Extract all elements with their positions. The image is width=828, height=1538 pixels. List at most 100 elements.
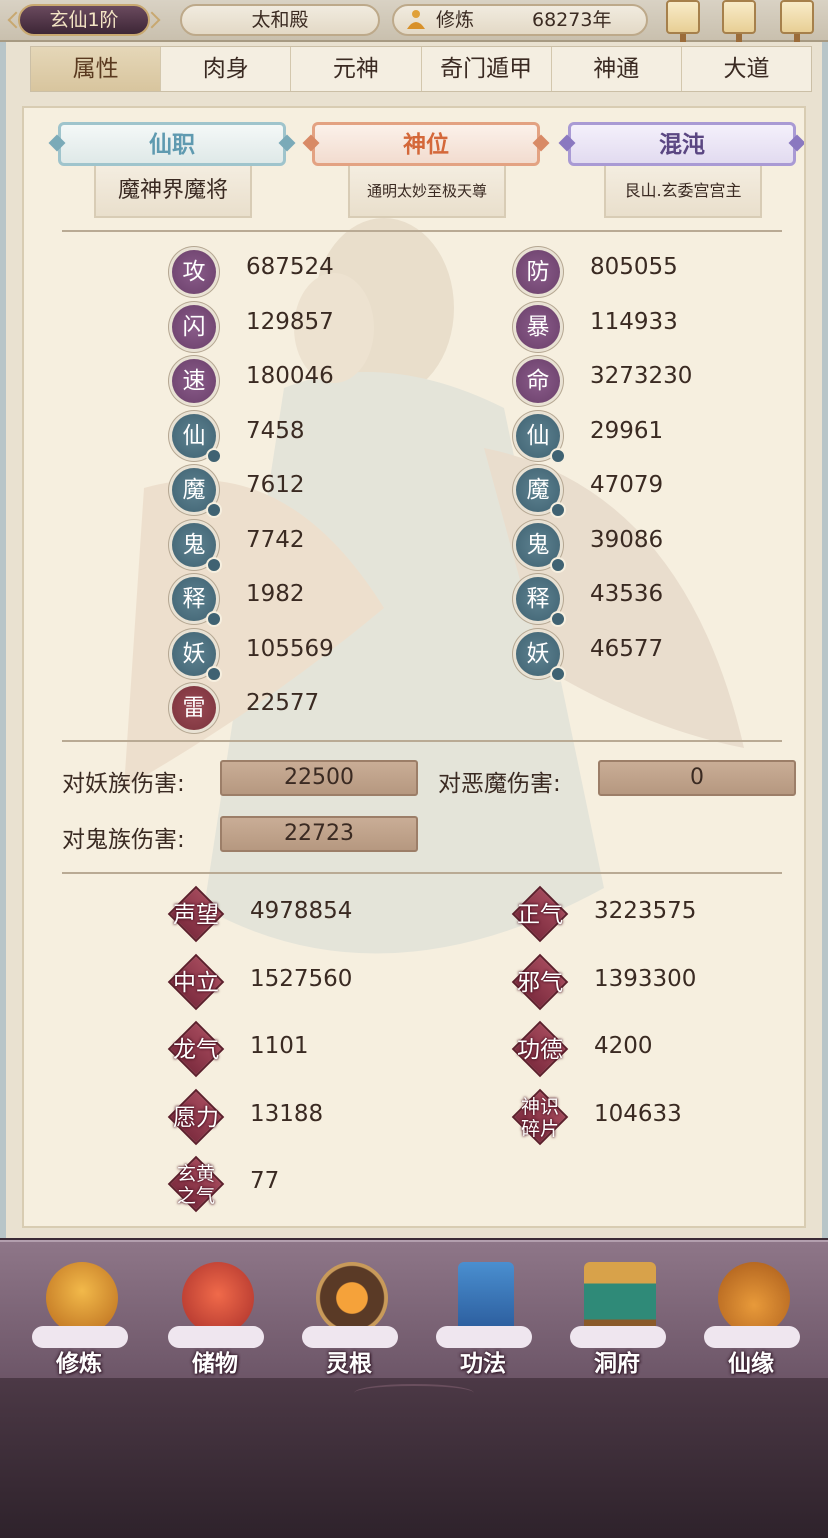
damage-vs-demon-label: 对恶魔伤害:	[438, 771, 561, 797]
divine-rank-value: 通明太妙至极天尊	[348, 166, 506, 218]
reputation-label: 愿力	[173, 1104, 219, 1131]
reputation-value: 1527560	[250, 965, 353, 992]
stat-seal-icon[interactable]: 命	[516, 359, 560, 403]
stat-seal-icon[interactable]: 魔	[516, 468, 566, 518]
gourd-icon	[718, 1262, 790, 1334]
immortal-post-label: 仙职	[149, 132, 195, 158]
monk-icon	[46, 1262, 118, 1334]
tab-primordial-spirit[interactable]: 元神	[291, 47, 422, 91]
stat-glyph: 鬼	[526, 531, 550, 558]
chaos-label: 混沌	[659, 132, 705, 158]
stat-glyph: 攻	[182, 259, 206, 285]
nav-cultivate[interactable]: 修炼	[24, 1248, 134, 1377]
stat-value: 105569	[246, 635, 334, 662]
divider	[62, 740, 782, 742]
stat-glyph: 速	[182, 368, 206, 394]
tab-divine-power[interactable]: 神通	[552, 47, 682, 91]
stat-value: 180046	[246, 363, 334, 389]
cultivation-label: 修炼	[436, 9, 475, 31]
defense-marker-icon	[550, 447, 566, 464]
reputation-label: 正气	[517, 902, 563, 928]
tab-label: 元神	[332, 56, 379, 82]
reputation-label: 中立	[173, 969, 219, 996]
stat-glyph: 释	[182, 586, 206, 612]
top-status-bar: 玄仙1阶 太和殿 修炼 68273年	[0, 0, 828, 42]
stat-seal-icon[interactable]: 闪	[172, 304, 216, 349]
stat-value: 29961	[590, 417, 664, 444]
stat-glyph: 魔	[182, 477, 206, 503]
meditating-figure-icon	[407, 10, 425, 29]
stat-seal-icon[interactable]: 释	[516, 577, 566, 627]
bottom-background	[0, 1378, 828, 1538]
nav-technique[interactable]: 功法	[428, 1248, 538, 1377]
stat-seal-icon[interactable]: 暴	[516, 304, 560, 349]
nav-label: 储物	[192, 1351, 238, 1377]
stat-seal-icon[interactable]: 魔	[172, 468, 222, 518]
nav-cave-abode[interactable]: 洞府	[562, 1248, 672, 1377]
tab-label: 属性	[72, 56, 119, 82]
stat-value: 114933	[590, 308, 678, 335]
stat-seal-icon[interactable]: 防	[516, 250, 560, 294]
tab-label: 大道	[723, 56, 770, 82]
nav-storage[interactable]: 储物	[160, 1248, 270, 1377]
stat-glyph: 魔	[526, 477, 550, 503]
reputation-value: 1101	[250, 1033, 309, 1059]
nav-spirit-root[interactable]: 灵根	[294, 1248, 404, 1377]
stat-seal-icon[interactable]: 鬼	[172, 522, 222, 573]
stat-value: 39086	[590, 526, 664, 553]
stat-glyph: 释	[526, 586, 550, 612]
reputation-value: 4978854	[250, 898, 353, 924]
tab-body[interactable]: 肉身	[161, 47, 292, 91]
chaos-text: 艮山.玄委宫宫主	[624, 181, 742, 200]
stat-seal-icon[interactable]: 速	[172, 359, 216, 403]
reputation-label: 邪气	[517, 969, 563, 996]
lantern-icon[interactable]	[666, 0, 700, 42]
reputation-value: 77	[250, 1168, 280, 1194]
stat-seal-icon[interactable]: 妖	[516, 631, 566, 682]
stat-seal-icon[interactable]: 攻	[172, 250, 216, 294]
stat-seal-icon[interactable]: 释	[172, 577, 222, 627]
chaos-value: 艮山.玄委宫宫主	[604, 166, 762, 218]
cultivation-pill[interactable]: 修炼 68273年	[392, 4, 648, 36]
reputation-label: 玄黄 之气	[176, 1163, 215, 1207]
tab-attributes[interactable]: 属性	[31, 47, 162, 91]
stat-seal-icon[interactable]: 仙	[172, 413, 222, 464]
stat-seal-icon[interactable]: 妖	[172, 631, 222, 682]
location-pill[interactable]: 太和殿	[180, 4, 380, 36]
damage-vs-ghost-label: 对鬼族伤害:	[62, 827, 185, 853]
stat-glyph: 防	[526, 259, 550, 285]
location-label: 太和殿	[251, 9, 309, 31]
bag-icon	[182, 1262, 254, 1334]
attribute-panel: 属性 肉身 元神 奇门遁甲 神通 大道 仙职 魔神界魔将 神位 通明太妙至极天尊	[0, 42, 828, 1238]
immortal-post-title: 仙职	[58, 122, 286, 166]
stat-seal-icon[interactable]: 雷	[172, 686, 216, 730]
defense-marker-icon	[550, 665, 566, 682]
tab-great-dao[interactable]: 大道	[682, 47, 811, 91]
stat-glyph: 鬼	[182, 531, 206, 558]
stat-glyph: 命	[526, 368, 550, 394]
stat-seal-icon[interactable]: 鬼	[516, 522, 566, 573]
stat-glyph: 雷	[182, 695, 206, 721]
bottom-nav: 修炼 储物 灵根 功法 洞府 仙缘	[0, 1240, 828, 1378]
divider	[62, 872, 782, 874]
stat-glyph: 妖	[182, 640, 206, 667]
reputation-value: 1393300	[594, 965, 697, 992]
stat-seal-icon[interactable]: 仙	[516, 413, 566, 464]
tab-qimen-dunjia[interactable]: 奇门遁甲	[422, 47, 552, 91]
attribute-content: 仙职 魔神界魔将 神位 通明太妙至极天尊 混沌 艮山.玄委宫宫主 攻 687524…	[22, 106, 806, 1228]
stat-glyph: 仙	[182, 422, 206, 449]
nav-immortal-fate[interactable]: 仙缘	[696, 1248, 806, 1377]
stat-value: 3273230	[590, 363, 693, 389]
stat-value: 47079	[590, 472, 664, 498]
cultivation-value: 68273年	[532, 9, 612, 31]
damage-vs-yao-value: 22500	[220, 760, 418, 796]
stat-value: 687524	[246, 254, 334, 280]
lantern-icon[interactable]	[780, 0, 814, 42]
damage-vs-ghost-value: 22723	[220, 816, 418, 852]
nav-label: 修炼	[56, 1351, 102, 1377]
lantern-icon[interactable]	[722, 0, 756, 42]
rank-badge[interactable]: 玄仙1阶	[18, 4, 150, 36]
damage-vs-demon-value: 0	[598, 760, 796, 796]
spirit-root-icon	[316, 1262, 388, 1334]
damage-vs-yao-label: 对妖族伤害:	[62, 771, 185, 797]
